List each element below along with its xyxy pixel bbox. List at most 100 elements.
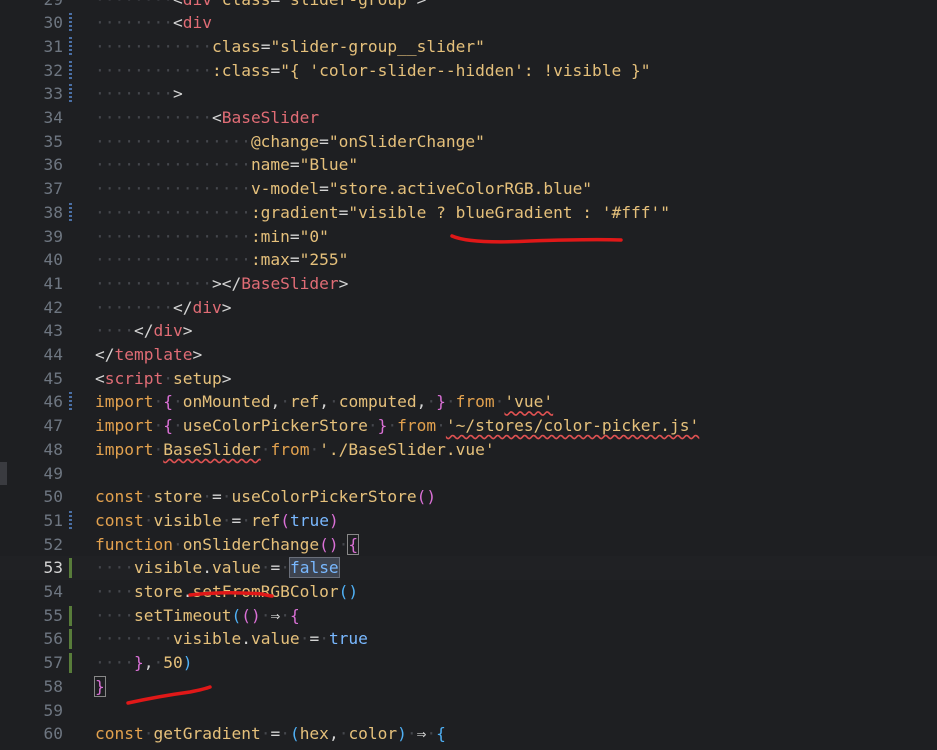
code-line-45[interactable]: 45 <script·setup> — [0, 367, 937, 391]
code-token: ···· — [95, 558, 134, 578]
code-line-32[interactable]: 32 ············:class="{ 'color-slider--h… — [0, 59, 937, 83]
modified-line-marker[interactable] — [69, 202, 72, 223]
code-line-48[interactable]: 48 import·BaseSlider·from·'./BaseSlider.v… — [0, 438, 937, 462]
code-token: from — [455, 392, 495, 412]
code-line-31[interactable]: 31 ············class="slider-group__slide… — [0, 35, 937, 59]
code-line-42[interactable]: 42 ········</div> — [0, 296, 937, 320]
modified-line-marker[interactable] — [69, 510, 72, 531]
line-number: 52 — [43, 534, 64, 554]
code-line-37[interactable]: 37 ················v-model="store.activeC… — [0, 177, 937, 201]
code-token: , — [319, 392, 329, 412]
code-token: visible — [153, 510, 222, 530]
code-token: = — [309, 629, 320, 649]
code-line-39[interactable]: 39 ················:min="0" — [0, 225, 937, 249]
code-token: = — [338, 202, 349, 222]
code-line-55[interactable]: 55 ····setTimeout(()·⇒·{ — [0, 604, 937, 628]
code-token: = — [289, 226, 300, 246]
code-line-46[interactable]: 46 import·{·onMounted,·ref,·computed,·}·f… — [0, 390, 937, 414]
line-number: 33 — [43, 84, 64, 104]
code-line-54[interactable]: 54 ····store.setFromRGBColor() — [0, 580, 937, 604]
code-line-58[interactable]: 58} — [0, 675, 937, 699]
line-number: 44 — [43, 345, 64, 364]
code-line-52[interactable]: 52 function·onSliderChange()·{ — [0, 533, 937, 557]
code-token: · — [299, 629, 310, 649]
code-line-29[interactable]: 29 ········<div class="slider-group"> — [0, 0, 937, 11]
code-line-56[interactable]: 56 ········visible.value·=·true — [0, 627, 937, 651]
code-token: { — [289, 605, 300, 625]
line-number: 31 — [43, 36, 64, 56]
added-line-marker[interactable] — [69, 629, 72, 650]
code-line-47[interactable]: 47 import·{·useColorPickerStore·}·from·'~… — [0, 414, 937, 438]
code-token: 50 — [163, 653, 183, 673]
modified-line-marker[interactable] — [69, 60, 72, 81]
added-line-marker[interactable] — [69, 605, 72, 626]
line-number: 57 — [43, 653, 64, 673]
code-text: ············class="slider-group__slider" — [95, 35, 485, 59]
code-token: const — [95, 487, 144, 507]
line-number: 34 — [43, 108, 64, 127]
code-line-33[interactable]: 33 ········> — [0, 82, 937, 106]
code-line-43[interactable]: 43 ····</div> — [0, 319, 937, 343]
code-token: "Blue" — [299, 155, 359, 175]
code-token: "{ 'color-slider--hidden': !visible }" — [280, 60, 651, 80]
code-token: hex — [299, 724, 329, 744]
code-token: ············ — [95, 36, 212, 56]
code-line-50[interactable]: 50 const·store·=·useColorPickerStore() — [0, 485, 937, 509]
code-token: div — [183, 0, 212, 9]
code-token: div — [192, 297, 222, 317]
code-line-44[interactable]: 44 </template> — [0, 343, 937, 367]
code-line-41[interactable]: 41 ············></BaseSlider> — [0, 272, 937, 296]
line-number: 42 — [43, 297, 64, 317]
code-text: ····</div> — [95, 319, 192, 343]
code-token: :class — [211, 60, 271, 80]
code-line-51[interactable]: 51 const·visible·=·ref(true) — [0, 509, 937, 533]
added-line-marker[interactable] — [69, 558, 72, 579]
modified-line-marker[interactable] — [69, 392, 72, 413]
code-token: ></ — [211, 273, 242, 293]
code-token: } — [436, 392, 446, 412]
code-line-35[interactable]: 35 ················@change="onSliderChang… — [0, 130, 937, 154]
code-line-34[interactable]: 34 ············<BaseSlider — [0, 106, 937, 130]
code-token: < — [95, 368, 105, 388]
code-token: store — [133, 582, 183, 601]
code-token: · — [202, 487, 212, 507]
code-token: import — [95, 439, 154, 459]
line-number: 48 — [43, 439, 64, 459]
code-editor[interactable]: 29········<div class="slider-group">30··… — [0, 0, 937, 750]
code-token: useColorPickerStore — [231, 487, 417, 507]
code-token: = — [270, 0, 280, 9]
code-token: from — [270, 439, 310, 459]
code-token: > — [192, 345, 203, 364]
modified-line-marker[interactable] — [69, 13, 72, 34]
code-token: · — [172, 534, 183, 554]
code-line-57[interactable]: 57 ····},·50) — [0, 651, 937, 675]
code-token: visible — [133, 558, 203, 578]
code-line-49[interactable]: 49 — [0, 461, 937, 486]
code-line-30[interactable]: 30 ········<div — [0, 11, 937, 35]
code-token: div — [182, 13, 212, 33]
code-line-38[interactable]: 38 ················:gradient="visible ? b… — [0, 201, 937, 225]
code-token: ···· — [95, 653, 134, 673]
code-line-59[interactable]: 59 — [0, 699, 937, 723]
code-token: ················ — [95, 250, 251, 270]
code-token: ···· — [95, 321, 134, 341]
code-line-40[interactable]: 40 ················:max="255" — [0, 248, 937, 272]
code-line-60[interactable]: 60 const·getGradient·=·(hex,·color)·⇒·{ — [0, 722, 937, 746]
code-line-36[interactable]: 36 ················name="Blue" — [0, 153, 937, 177]
code-line-53[interactable]: 53 ····visible.value·=·false — [0, 556, 937, 580]
code-token: · — [260, 605, 271, 625]
added-line-marker[interactable] — [69, 653, 72, 674]
code-token: "visible ? blueGradient : '#fff'" — [348, 202, 671, 222]
code-token: ) — [328, 510, 339, 530]
code-text: ············<BaseSlider — [95, 106, 319, 130]
line-number: 40 — [43, 250, 64, 270]
code-token: ········ — [95, 297, 173, 317]
code-token: visible — [172, 629, 242, 649]
code-token: import — [95, 392, 154, 412]
code-token: ········ — [95, 629, 173, 649]
modified-line-marker[interactable] — [69, 36, 72, 57]
modified-line-marker[interactable] — [69, 84, 72, 105]
code-token: useColorPickerStore — [182, 416, 368, 436]
code-token: = — [231, 510, 242, 530]
